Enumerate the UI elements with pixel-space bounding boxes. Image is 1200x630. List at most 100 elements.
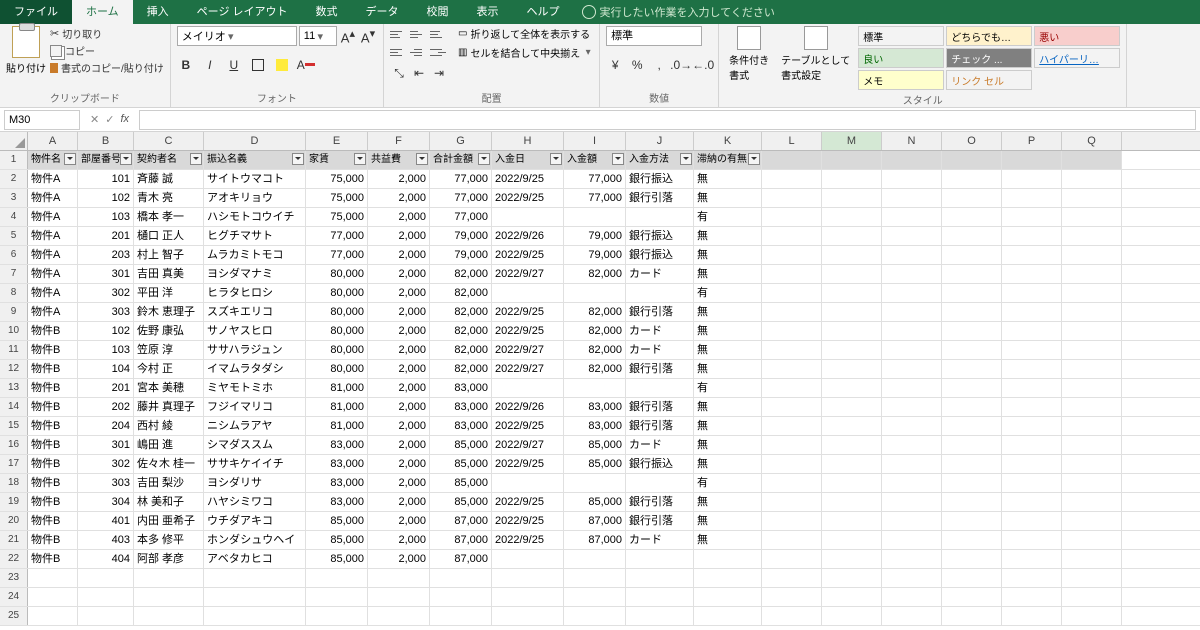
- cell[interactable]: 82,000: [430, 341, 492, 359]
- cell[interactable]: 物件B: [28, 379, 78, 397]
- cell[interactable]: [822, 417, 882, 435]
- cell[interactable]: [942, 189, 1002, 207]
- table-header-cell[interactable]: 合計金額: [430, 151, 492, 169]
- table-header-cell[interactable]: 入金日: [492, 151, 564, 169]
- table-header-cell[interactable]: [762, 151, 822, 169]
- cell[interactable]: 2022/9/25: [492, 512, 564, 530]
- filter-icon[interactable]: [680, 153, 692, 165]
- row-header[interactable]: 25: [0, 607, 28, 625]
- cell[interactable]: [1062, 322, 1122, 340]
- cell[interactable]: [492, 550, 564, 568]
- tab-help[interactable]: ヘルプ: [513, 0, 574, 24]
- column-header[interactable]: E: [306, 132, 368, 150]
- row-header[interactable]: 12: [0, 360, 28, 378]
- cell[interactable]: 無: [694, 512, 762, 530]
- cell[interactable]: 銀行引落: [626, 189, 694, 207]
- cell[interactable]: [492, 208, 564, 226]
- column-header[interactable]: P: [1002, 132, 1062, 150]
- cell[interactable]: [882, 170, 942, 188]
- cell[interactable]: [564, 379, 626, 397]
- table-header-cell[interactable]: [942, 151, 1002, 169]
- cell[interactable]: [762, 607, 822, 625]
- wrap-text-button[interactable]: ▭折り返して全体を表示する: [458, 26, 593, 41]
- cell[interactable]: [1062, 607, 1122, 625]
- cell[interactable]: 82,000: [430, 322, 492, 340]
- cell[interactable]: [492, 607, 564, 625]
- cell[interactable]: [822, 398, 882, 416]
- paste-icon[interactable]: [12, 26, 40, 58]
- cell[interactable]: [822, 265, 882, 283]
- row-header[interactable]: 19: [0, 493, 28, 511]
- cell[interactable]: [762, 227, 822, 245]
- cell[interactable]: 2022/9/25: [492, 170, 564, 188]
- cell[interactable]: [1002, 284, 1062, 302]
- cell[interactable]: 斉藤 誠: [134, 170, 204, 188]
- row-header[interactable]: 8: [0, 284, 28, 302]
- cell[interactable]: 無: [694, 398, 762, 416]
- cell[interactable]: [204, 588, 306, 606]
- cell[interactable]: ヨシダマナミ: [204, 265, 306, 283]
- cell[interactable]: [78, 569, 134, 587]
- cell[interactable]: [306, 569, 368, 587]
- cell[interactable]: 87,000: [430, 531, 492, 549]
- cell[interactable]: [822, 170, 882, 188]
- cell[interactable]: [368, 607, 430, 625]
- cell[interactable]: 404: [78, 550, 134, 568]
- cell[interactable]: 無: [694, 322, 762, 340]
- cell[interactable]: [942, 531, 1002, 549]
- select-all-button[interactable]: [0, 132, 28, 150]
- cell[interactable]: [1002, 531, 1062, 549]
- column-header[interactable]: Q: [1062, 132, 1122, 150]
- table-header-cell[interactable]: 部屋番号: [78, 151, 134, 169]
- formula-bar[interactable]: [139, 110, 1196, 130]
- cell[interactable]: ササキケイイチ: [204, 455, 306, 473]
- tab-review[interactable]: 校閲: [413, 0, 463, 24]
- filter-icon[interactable]: [612, 153, 624, 165]
- cell[interactable]: [492, 588, 564, 606]
- conditional-formatting-button[interactable]: 条件付き 書式: [725, 26, 773, 82]
- cell[interactable]: フジイマリコ: [204, 398, 306, 416]
- column-header[interactable]: N: [882, 132, 942, 150]
- cell[interactable]: 銀行引落: [626, 303, 694, 321]
- cell[interactable]: 403: [78, 531, 134, 549]
- cell[interactable]: [368, 569, 430, 587]
- cell[interactable]: [822, 550, 882, 568]
- cell[interactable]: [942, 265, 1002, 283]
- cell[interactable]: 2,000: [368, 550, 430, 568]
- table-header-cell[interactable]: 物件名: [28, 151, 78, 169]
- cell[interactable]: [882, 512, 942, 530]
- cell[interactable]: [942, 322, 1002, 340]
- cell[interactable]: 2,000: [368, 493, 430, 511]
- cell[interactable]: 82,000: [564, 341, 626, 359]
- cell[interactable]: [762, 208, 822, 226]
- table-header-cell[interactable]: 家賃: [306, 151, 368, 169]
- cell[interactable]: [492, 379, 564, 397]
- cell[interactable]: 青木 亮: [134, 189, 204, 207]
- cell[interactable]: 2,000: [368, 170, 430, 188]
- cell[interactable]: 82,000: [564, 265, 626, 283]
- cell[interactable]: 83,000: [430, 379, 492, 397]
- paste-button[interactable]: 貼り付け: [6, 60, 46, 75]
- row-header[interactable]: 22: [0, 550, 28, 568]
- format-as-table-button[interactable]: テーブルとして 書式設定: [777, 26, 854, 82]
- cell[interactable]: 2022/9/27: [492, 360, 564, 378]
- align-right-icon[interactable]: [430, 44, 446, 60]
- cell[interactable]: 77,000: [564, 189, 626, 207]
- cell[interactable]: [942, 417, 1002, 435]
- cell[interactable]: ハヤシミワコ: [204, 493, 306, 511]
- cell[interactable]: 物件A: [28, 284, 78, 302]
- cell[interactable]: [1062, 265, 1122, 283]
- cell[interactable]: サノヤスヒロ: [204, 322, 306, 340]
- cell[interactable]: [1002, 170, 1062, 188]
- table-header-cell[interactable]: [1062, 151, 1122, 169]
- name-box[interactable]: M30: [4, 110, 80, 130]
- table-header-cell[interactable]: 入金方法: [626, 151, 694, 169]
- cell[interactable]: [882, 341, 942, 359]
- cell[interactable]: [1002, 246, 1062, 264]
- cell[interactable]: 2022/9/25: [492, 493, 564, 511]
- cell[interactable]: 銀行引落: [626, 398, 694, 416]
- cell[interactable]: 102: [78, 189, 134, 207]
- accounting-format-icon[interactable]: ¥: [606, 56, 624, 74]
- cell[interactable]: 81,000: [306, 417, 368, 435]
- cell[interactable]: 平田 洋: [134, 284, 204, 302]
